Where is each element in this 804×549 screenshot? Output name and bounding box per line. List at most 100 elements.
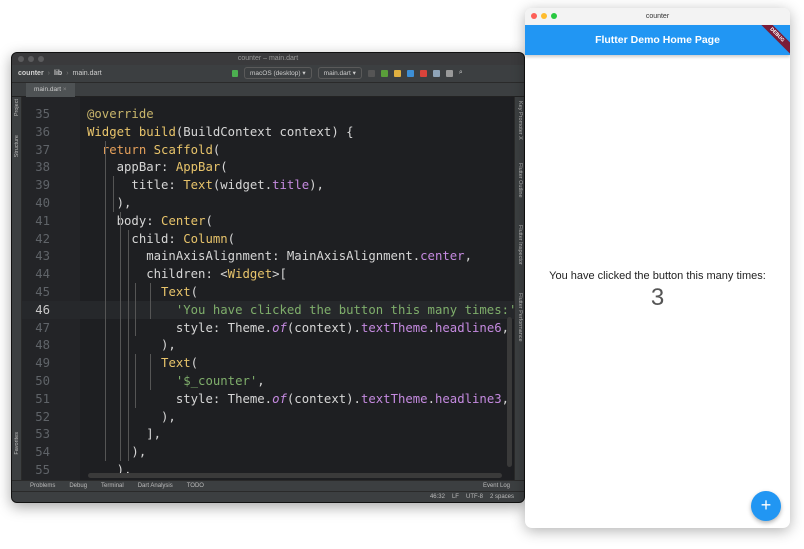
code-line[interactable]: 51 style: Theme.of(context).textTheme.he… xyxy=(22,390,514,408)
code-text: children: <Widget>[ xyxy=(87,265,287,283)
code-text: ), xyxy=(87,443,146,461)
indent-setting[interactable]: 2 spaces xyxy=(490,494,514,500)
tool-event-log[interactable]: Event Log xyxy=(483,483,510,489)
tool-flutter-performance[interactable]: Flutter Performance xyxy=(517,293,523,342)
code-line[interactable]: 37 return Scaffold( xyxy=(22,141,514,159)
line-number: 38 xyxy=(35,160,50,175)
cursor-position[interactable]: 46:32 xyxy=(430,494,445,500)
code-token: >[ xyxy=(272,267,287,282)
breadcrumb-lib[interactable]: lib xyxy=(54,70,62,77)
tool-debug[interactable]: Debug xyxy=(69,483,87,489)
device-selector[interactable]: macOS (desktop) ▾ xyxy=(244,67,312,79)
code-token: title: xyxy=(87,178,184,193)
code-line[interactable]: 45 Text( xyxy=(22,283,514,301)
code-line[interactable]: 54 ), xyxy=(22,443,514,461)
code-text: 'You have clicked the button this many t… xyxy=(87,301,514,319)
code-token: @override xyxy=(87,107,154,121)
horizontal-scrollbar[interactable] xyxy=(88,473,502,478)
counter-value: 3 xyxy=(650,284,665,311)
hammer-icon[interactable] xyxy=(232,69,238,77)
code-token: title xyxy=(272,178,310,193)
line-separator[interactable]: LF xyxy=(452,494,459,500)
code-token: Text xyxy=(161,285,191,299)
run-icon[interactable] xyxy=(367,69,375,77)
breadcrumb-file[interactable]: main.dart xyxy=(73,70,102,77)
increment-button[interactable]: + xyxy=(751,491,781,521)
line-number: 50 xyxy=(35,374,50,388)
app-title-bar: counter xyxy=(525,8,790,25)
flutter-app-window: counter Flutter Demo Home Page DEBUG You… xyxy=(525,8,790,528)
window-controls[interactable] xyxy=(18,56,44,62)
code-token: '$_counter' xyxy=(175,374,258,388)
code-token: (widget. xyxy=(212,178,273,193)
indent-guide xyxy=(112,176,114,212)
code-line[interactable]: 35 @override xyxy=(22,105,514,123)
code-line[interactable]: 39 title: Text(widget.title), xyxy=(22,176,514,194)
code-line[interactable]: 41 body: Center( xyxy=(22,212,514,230)
code-token: style: Theme. xyxy=(87,320,273,335)
debug-icon[interactable] xyxy=(380,69,388,77)
app-bar-title: Flutter Demo Home Page xyxy=(595,34,720,46)
device-icon[interactable] xyxy=(406,69,414,77)
ide-window: counter – main.dart counter › lib › main.d… xyxy=(11,52,525,503)
close-icon[interactable]: × xyxy=(63,86,67,93)
code-line[interactable]: 44 children: <Widget>[ xyxy=(22,265,514,283)
tool-problems[interactable]: Problems xyxy=(30,483,55,489)
code-line[interactable]: 48 ), xyxy=(22,336,514,354)
code-token: headline3 xyxy=(435,391,502,406)
code-token: of xyxy=(272,391,287,406)
tool-favorites[interactable]: Favorites xyxy=(14,432,20,455)
vertical-scrollbar[interactable] xyxy=(507,317,512,467)
code-token: of xyxy=(272,320,287,335)
tool-flutter-inspector[interactable]: Flutter Inspector xyxy=(517,225,523,265)
tool-terminal[interactable]: Terminal xyxy=(101,483,124,489)
window-controls[interactable] xyxy=(531,13,557,19)
ide-toolbar: counter › lib › main.dart macOS (desktop) … xyxy=(12,65,524,83)
code-token: ( xyxy=(190,356,199,371)
line-number: 43 xyxy=(35,249,50,264)
code-editor[interactable]: 35 @override 36 Widget build(BuildContext c… xyxy=(22,97,514,480)
code-token: ], xyxy=(87,427,162,442)
code-line[interactable]: 36 Widget build(BuildContext context) { xyxy=(22,123,514,141)
indent-guide xyxy=(150,354,151,390)
code-line[interactable]: 50 '$_counter', xyxy=(22,372,514,390)
tool-key-promoter[interactable]: Key Promoter X xyxy=(517,101,523,140)
terminal-icon[interactable] xyxy=(445,69,453,77)
tool-project[interactable]: Project xyxy=(14,99,20,116)
line-number: 52 xyxy=(35,409,50,424)
hot-reload-icon[interactable] xyxy=(393,69,401,77)
code-token: return xyxy=(101,142,154,157)
code-text: style: Theme.of(context).textTheme.headl… xyxy=(87,390,509,408)
code-token: headline6 xyxy=(435,320,502,335)
code-line[interactable]: 53 ], xyxy=(22,425,514,443)
code-token: Text xyxy=(161,356,191,371)
tool-dart-analysis[interactable]: Dart Analysis xyxy=(138,483,173,489)
code-line[interactable]: 38 appBar: AppBar( xyxy=(22,158,514,176)
tool-flutter-outline[interactable]: Flutter Outline xyxy=(517,163,523,198)
app-bar: Flutter Demo Home Page DEBUG xyxy=(525,25,790,55)
tool-structure[interactable]: Structure xyxy=(14,135,20,157)
breadcrumb-project[interactable]: counter xyxy=(18,70,44,77)
tool-todo[interactable]: TODO xyxy=(187,483,204,489)
editor-tabs: main.dart × xyxy=(12,83,524,97)
folder-icon[interactable] xyxy=(432,69,440,77)
code-text: return Scaffold( xyxy=(87,141,220,159)
code-text: Text( xyxy=(87,283,198,301)
code-token: ( xyxy=(205,213,213,228)
tab-main-dart[interactable]: main.dart × xyxy=(26,83,75,97)
code-text: child: Column( xyxy=(87,230,235,248)
code-token: AppBar xyxy=(175,160,221,175)
search-icon[interactable]: ⌕ xyxy=(459,69,463,77)
code-token: textTheme xyxy=(360,320,428,335)
code-line[interactable]: 40 ), xyxy=(22,194,514,212)
code-line[interactable]: 46 'You have clicked the button this man… xyxy=(22,300,514,319)
code-line[interactable]: 43 mainAxisAlignment: MainAxisAlignment.… xyxy=(22,247,514,265)
run-config-selector[interactable]: main.dart ▾ xyxy=(317,67,362,79)
file-encoding[interactable]: UTF-8 xyxy=(466,494,483,500)
code-line[interactable]: 52 ), xyxy=(22,408,514,426)
code-line[interactable]: 42 child: Column( xyxy=(22,230,514,248)
stop-icon[interactable] xyxy=(419,69,427,77)
code-line[interactable]: 49 Text( xyxy=(22,354,514,372)
code-line[interactable]: 47 style: Theme.of(context).textTheme.he… xyxy=(22,319,514,337)
